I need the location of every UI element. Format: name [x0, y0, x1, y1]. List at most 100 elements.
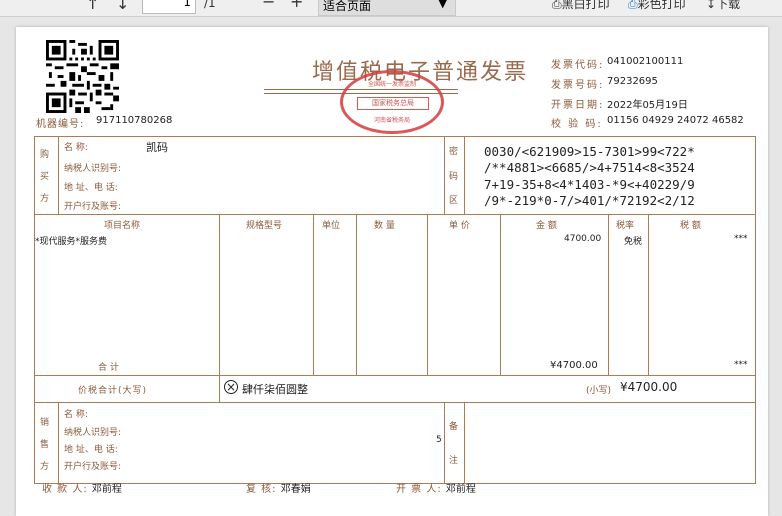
- buyer-taxid-label: 纳税人识别号:: [64, 164, 122, 174]
- invoice-date-label: 开票日期:: [551, 100, 605, 111]
- check-code: 01156 04929 24072 46582: [607, 115, 744, 126]
- zoom-in-icon[interactable]: +: [290, 0, 303, 11]
- machine-no-label: 机器编号:: [36, 119, 85, 130]
- cipher-line: /9*-219*0-7/>401/*72192<2/12: [484, 192, 695, 208]
- print-bw-label: 黑白打印: [561, 0, 610, 11]
- page-number-input[interactable]: 1: [142, 0, 196, 14]
- seller-label-1: 销: [40, 418, 50, 428]
- reviewer-field: 复 核: 邓春娟: [246, 480, 311, 495]
- seller-taxid-label: 纳税人识别号:: [64, 428, 122, 438]
- qr-code: [46, 40, 119, 113]
- header-amount: 金 额: [536, 221, 557, 231]
- seller-col-line: [58, 402, 59, 484]
- color-printer-icon: ⎙: [628, 0, 638, 11]
- invoice-number-label: 发票号码:: [551, 80, 605, 91]
- reviewer-label: 复 核:: [246, 484, 277, 495]
- header-price: 单 价: [449, 221, 470, 231]
- reviewer-name: 邓春娟: [280, 484, 311, 495]
- grand-total-small: ¥4700.00: [620, 380, 678, 394]
- grand-col-line: [219, 375, 220, 402]
- seller-label-3: 方: [40, 462, 50, 472]
- seller-address-label: 地 址、电 话:: [64, 445, 118, 455]
- item-tax: ***: [734, 234, 748, 244]
- drawer-name: 邓前程: [445, 484, 476, 495]
- item-amount: 4700.00: [564, 234, 602, 244]
- arrow-down-icon[interactable]: ↓: [116, 0, 129, 13]
- cross-circle-icon: ×: [224, 380, 238, 394]
- buyer-bank-label: 开户行及账号:: [64, 202, 122, 212]
- total-label: 合 计: [98, 363, 119, 373]
- grand-total-upper: 肆仟柒佰圆整: [242, 383, 308, 396]
- zoom-out-icon[interactable]: −: [262, 0, 275, 11]
- grand-small-label: (小写): [586, 386, 612, 396]
- cipher-line: 7+19-35+8<4*1403-*9<+40229/9: [484, 176, 695, 192]
- buyer-name: 凯码: [146, 141, 168, 154]
- total-tax: ***: [734, 360, 748, 370]
- seller-name-label: 名 称:: [64, 410, 88, 420]
- cipher-label-3: 区: [449, 196, 459, 206]
- cipher-label-1: 密: [449, 147, 459, 157]
- invoice-number: 79232695: [607, 76, 658, 87]
- grand-total-label: 价税合计(大写): [78, 386, 148, 396]
- printer-icon: ⎙: [552, 0, 562, 11]
- header-spec: 规格型号: [246, 221, 283, 231]
- zoom-select[interactable]: 适合页面 ▼: [318, 0, 456, 16]
- item-rate: 免税: [624, 237, 643, 247]
- machine-no: 917110780268: [96, 115, 173, 126]
- total-amount: ¥4700.00: [550, 360, 598, 371]
- header-item-name: 项目名称: [104, 221, 141, 231]
- drawer-label: 开 票 人:: [396, 484, 442, 495]
- header-rate: 税率: [616, 221, 635, 231]
- drawer-field: 开 票 人: 邓前程: [396, 480, 476, 495]
- chevron-down-icon: ▼: [438, 0, 447, 10]
- cipher-line: 0030/<621909>15-7301>99<722*: [484, 144, 695, 159]
- viewer-toolbar: ↑ ↓ 1 /1 − + 适合页面 ▼ ⎙黑白打印 ⎙彩色打印 ↧下载: [0, 0, 782, 17]
- header-unit: 单位: [322, 221, 341, 231]
- cipher-line: /**4881><6685/>4+7514<8<3524: [484, 160, 695, 176]
- remark-label-2: 注: [449, 456, 459, 466]
- download-icon: ↧: [706, 0, 717, 11]
- col-line-3: [356, 214, 357, 375]
- remark-label-1: 备: [449, 422, 459, 432]
- seal-band-text: 国家税务总局: [357, 97, 429, 110]
- seller-address-fragment: 5: [436, 435, 442, 445]
- col-line-2: [313, 214, 314, 375]
- col-line-6: [608, 214, 609, 375]
- cipher-label-2: 码: [449, 172, 459, 182]
- tax-seal-stamp: 全国统一发票监制 国家税务总局 河南省税务局: [340, 70, 444, 134]
- total-row-line: [34, 375, 756, 376]
- col-line-5: [500, 214, 501, 375]
- print-color-label: 彩色打印: [637, 0, 686, 11]
- buyer-cipher-line: [444, 136, 445, 214]
- payee-field: 收 款 人: 邓前程: [42, 480, 122, 495]
- header-qty: 数 量: [374, 221, 395, 231]
- buyer-name-label: 名 称:: [64, 143, 88, 153]
- seller-label-2: 售: [40, 440, 50, 450]
- check-code-label: 校 验 码:: [551, 119, 603, 130]
- seal-bottom-text: 河南省税务局: [373, 117, 410, 124]
- header-tax: 税 额: [680, 221, 701, 231]
- buyer-label-2: 买: [40, 172, 50, 182]
- seller-bank-label: 开户行及账号:: [64, 462, 122, 472]
- col-line-4: [427, 214, 428, 375]
- buyer-col-line: [58, 136, 59, 214]
- buyer-address-label: 地 址、电 话:: [64, 183, 118, 193]
- buyer-label-1: 购: [40, 150, 50, 160]
- buyer-label-3: 方: [40, 194, 50, 204]
- payee-label: 收 款 人:: [42, 484, 88, 495]
- item-name: *现代服务*服务费: [35, 237, 108, 247]
- grand-row-line: [34, 402, 756, 403]
- seller-remark-line: [444, 402, 445, 484]
- download-button[interactable]: ↧下载: [706, 0, 740, 12]
- print-color-button[interactable]: ⎙彩色打印: [628, 0, 686, 12]
- cipher-area: 0030/<621909>15-7301>99<722* /**4881><66…: [484, 144, 695, 209]
- page-total: /1: [204, 0, 216, 10]
- remark-col-line: [464, 402, 465, 484]
- seal-arc-text: 全国统一发票监制: [367, 81, 416, 88]
- cipher-col-line: [464, 136, 465, 214]
- download-label: 下载: [716, 0, 741, 11]
- col-line-1: [219, 214, 220, 375]
- arrow-up-icon[interactable]: ↑: [86, 0, 99, 13]
- col-line-7: [648, 214, 649, 375]
- print-bw-button[interactable]: ⎙黑白打印: [552, 0, 610, 12]
